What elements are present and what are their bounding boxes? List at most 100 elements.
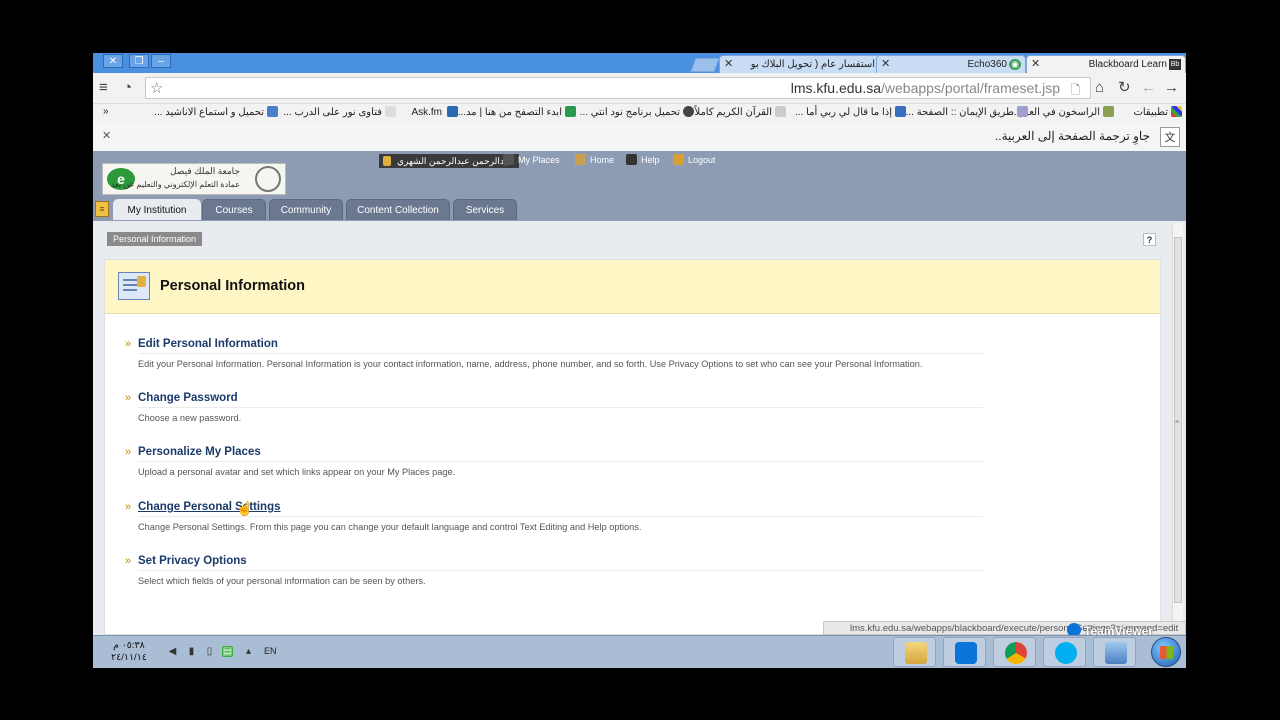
tab-services[interactable]: Services — [453, 199, 517, 220]
page-icon — [775, 106, 786, 117]
taskbar-teamviewer[interactable] — [943, 637, 986, 667]
bookmark-apps[interactable]: تطبيقات — [1133, 106, 1182, 118]
taskbar-chrome[interactable] — [993, 637, 1036, 667]
help-icon — [626, 154, 637, 165]
bullet-icon: » — [125, 501, 132, 513]
breadcrumb[interactable]: Personal Information — [107, 232, 203, 246]
tab-content-collection[interactable]: Content Collection — [346, 199, 450, 220]
star-icon[interactable]: ☆ — [150, 79, 163, 97]
taskbar-clock[interactable]: ٠٥:٣٨ م ٢٤/١١/١٤ — [111, 640, 147, 664]
volume-icon[interactable]: ◀ — [167, 646, 178, 657]
address-bar[interactable]: ☆ lms.kfu.edu.sa/webapps/portal/frameset… — [145, 77, 1091, 99]
bullet-icon: » — [125, 338, 132, 350]
logout-link[interactable]: Logout — [673, 154, 716, 165]
menu-icon[interactable]: ≡ — [99, 79, 108, 97]
scroll-grip-icon: ≡ — [1175, 419, 1180, 426]
new-tab-button[interactable] — [690, 58, 720, 72]
logout-icon — [673, 154, 684, 165]
bookmark-item[interactable]: Ask.fm — [411, 106, 458, 118]
askfm-icon — [447, 106, 458, 117]
tab-community[interactable]: Community — [269, 199, 343, 220]
change-password-link[interactable]: Change Password — [138, 392, 238, 404]
personal-info-icon — [118, 272, 150, 300]
bookmark-item[interactable]: إذا ما قال لي ربي أما ... — [795, 106, 906, 118]
tab-courses[interactable]: Courses — [202, 199, 266, 220]
bookmark-item[interactable]: طريق الإيمان :: الصفحة ... — [906, 106, 1028, 118]
blackboard-icon: Bb — [1169, 59, 1181, 70]
apps-icon — [1171, 106, 1182, 117]
reload-icon[interactable]: ↻ — [1118, 79, 1131, 97]
tab-close-icon[interactable]: ✕ — [724, 56, 733, 73]
item-description: Choose a new password. — [138, 413, 242, 423]
chrome-icon — [1005, 642, 1027, 664]
bookmark-icon — [1103, 106, 1114, 117]
taskbar-network[interactable] — [1093, 637, 1136, 667]
language-indicator[interactable]: EN — [264, 646, 277, 656]
help-link[interactable]: Help — [626, 154, 660, 165]
start-button[interactable] — [1151, 637, 1181, 667]
bookmark-icon — [895, 106, 906, 117]
user-name[interactable]: عبدالرحمن عبدالرحمن الشهري — [379, 154, 519, 168]
close-icon[interactable]: ✕ — [102, 129, 111, 142]
page-info-icon[interactable]: 🗋 — [1070, 81, 1080, 102]
taskbar-skype[interactable] — [1043, 637, 1086, 667]
course-nav-tabs: ≡ My Institution Courses Community Conte… — [93, 199, 1186, 220]
item-description: Change Personal Settings. From this page… — [138, 522, 642, 532]
bookmarks-overflow-icon[interactable]: » — [103, 106, 109, 117]
set-privacy-options-link[interactable]: Set Privacy Options — [138, 555, 247, 567]
windows-icon — [1160, 646, 1173, 659]
power-icon[interactable]: ▯ — [204, 646, 215, 657]
panel-header: Personal Information — [105, 260, 1160, 314]
taskbar-explorer[interactable] — [893, 637, 936, 667]
tab-close-icon[interactable]: ✕ — [881, 56, 890, 73]
bullet-icon: » — [125, 446, 132, 458]
my-places-link[interactable]: My Places — [503, 154, 560, 165]
bookmark-icon — [565, 106, 576, 117]
item-description: Select which fields of your personal inf… — [138, 576, 426, 586]
browser-tab-strip: ✕ ❐ – ✕ استفسار عام ( تحويل البلاك بو ▦ … — [93, 53, 1186, 73]
bookmark-item[interactable]: تحميل برنامج نود انتي ... — [580, 106, 694, 118]
edit-personal-information-link[interactable]: Edit Personal Information — [138, 338, 278, 350]
echo360-icon: ◉ — [1009, 59, 1021, 70]
home-link[interactable]: Home — [575, 154, 614, 165]
translate-bar: ✕ جاوِ ترجمة الصفحة إلى العربية.. 文A — [93, 123, 1186, 164]
bookmark-item[interactable]: القرآن الكريم كاملاً — [694, 106, 786, 118]
back-icon[interactable]: → — [1164, 79, 1179, 97]
personal-info-panel: Personal Information » Edit Personal Inf… — [104, 259, 1161, 635]
hand-cursor-icon: ☝ — [236, 500, 254, 516]
desktop-screen: ✕ ❐ – ✕ استفسار عام ( تحويل البلاك بو ▦ … — [93, 53, 1186, 668]
close-window-icon[interactable]: ✕ — [103, 54, 123, 68]
bookmark-item[interactable]: فتاوى نور على الدرب ... — [283, 106, 396, 118]
home-icon[interactable]: ⌂ — [1095, 79, 1104, 97]
signal-icon[interactable]: ▮ — [186, 646, 197, 657]
bullet-icon: » — [125, 392, 132, 404]
nav-menu-icon[interactable]: ≡ — [95, 201, 109, 217]
tray-expand-icon[interactable]: ▴ — [243, 646, 254, 657]
minimize-window-icon[interactable]: – — [151, 54, 171, 68]
content-scrollbar[interactable]: ≡ — [1172, 223, 1183, 633]
tab-my-institution[interactable]: My Institution — [113, 199, 201, 220]
help-icon[interactable]: ? — [1143, 233, 1156, 246]
bookmark-icon — [683, 106, 694, 117]
user-lock-icon — [383, 156, 391, 166]
bullet-icon: » — [125, 555, 132, 567]
tab-forum[interactable]: ✕ استفسار عام ( تحويل البلاك بو ▦ — [719, 55, 894, 73]
tab-echo360[interactable]: ✕ Echo360 ◉ — [876, 55, 1026, 73]
bookmark-item[interactable]: ابدء التصفح من هنا | مد... — [458, 106, 576, 118]
bookmark-item[interactable]: تحميل و استماع الاناشيد ... — [154, 106, 278, 118]
change-personal-settings-link[interactable]: Change Personal Settings — [138, 501, 281, 513]
restore-window-icon[interactable]: ❐ — [129, 54, 149, 68]
network-icon — [1105, 642, 1127, 664]
my-places-icon — [503, 154, 514, 165]
bookmark-icon — [267, 106, 278, 117]
main-content: Personal Information ? ≡ Personal Inform… — [93, 221, 1186, 635]
personalize-my-places-link[interactable]: Personalize My Places — [138, 446, 261, 458]
app-tray-icon[interactable]: ▤ — [222, 646, 233, 657]
tab-blackboard-learn[interactable]: ✕ Blackboard Learn Bb — [1026, 55, 1186, 73]
extension-icon[interactable]: ◔ — [123, 79, 132, 97]
browser-toolbar: ≡ ◔ ☆ lms.kfu.edu.sa/webapps/portal/fram… — [93, 73, 1186, 104]
translate-icon[interactable]: 文A — [1160, 127, 1180, 164]
university-logo[interactable]: e جامعة الملك فيصل عمادة التعلم الإلكترو… — [102, 163, 286, 195]
tab-close-icon[interactable]: ✕ — [1031, 56, 1040, 73]
forward-icon[interactable]: ← — [1141, 79, 1156, 97]
